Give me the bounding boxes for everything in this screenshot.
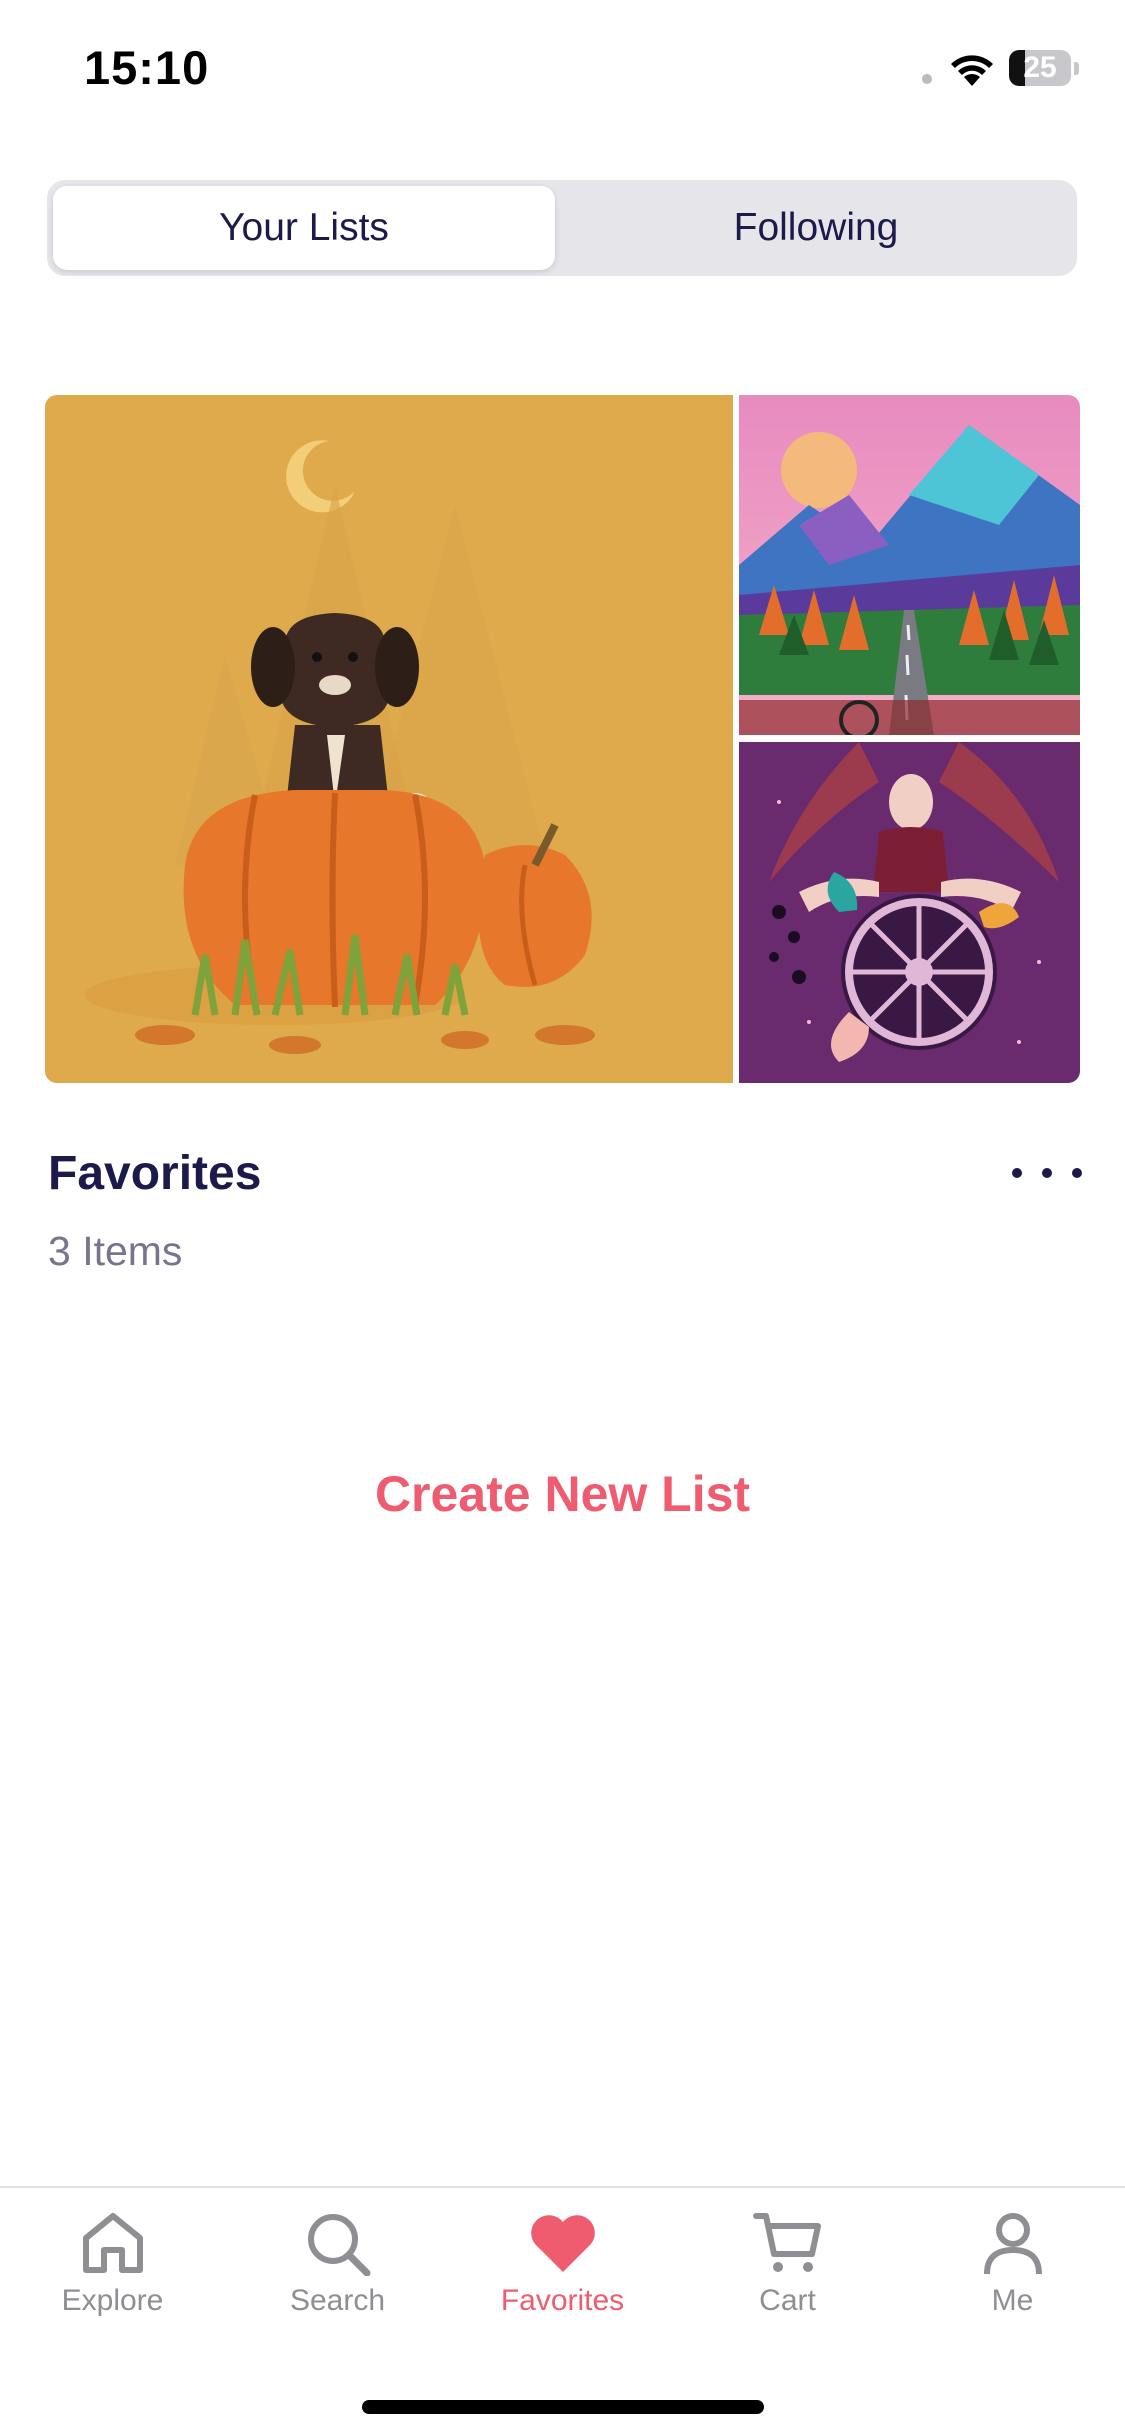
battery-icon: 25 <box>1009 50 1079 86</box>
wifi-icon <box>951 55 993 86</box>
status-dot <box>922 74 932 84</box>
tab-your-lists[interactable]: Your Lists <box>53 186 555 270</box>
list-item-count: 3 Items <box>48 1228 183 1274</box>
status-bar: 15:10 25 <box>0 0 1125 140</box>
home-indicator[interactable] <box>362 2400 764 2414</box>
heart-icon <box>530 2215 595 2272</box>
tab-search[interactable]: Search <box>225 2210 450 2318</box>
tab-cart[interactable]: Cart <box>675 2210 900 2318</box>
tab-favorites[interactable]: Favorites <box>450 2210 675 2318</box>
battery-level: 25 <box>1023 51 1057 84</box>
tab-label-me: Me <box>991 2284 1034 2317</box>
tab-label-favorites: Favorites <box>500 2284 625 2317</box>
mountain-road-artwork <box>739 395 1080 735</box>
tab-me[interactable]: Me <box>900 2210 1125 2318</box>
status-time: 15:10 <box>84 41 210 94</box>
tab-bar: Explore Search Favorites Cart Me <box>0 2186 1125 2436</box>
tab-following[interactable]: Following <box>561 186 1071 270</box>
tab-label-explore: Explore <box>61 2284 164 2317</box>
person-icon <box>983 2213 1042 2275</box>
more-options-button[interactable] <box>1012 1148 1082 1198</box>
wheel-of-fortune-artwork <box>739 742 1080 1083</box>
tab-explore[interactable]: Explore <box>0 2210 225 2318</box>
create-new-list-button[interactable]: Create New List <box>0 1465 1125 1523</box>
home-icon <box>82 2213 143 2273</box>
tab-label-search: Search <box>289 2284 386 2317</box>
cart-icon <box>752 2213 821 2272</box>
dog-in-pumpkin-artwork <box>45 395 733 1083</box>
favorites-collage[interactable] <box>45 395 1080 1083</box>
list-title[interactable]: Favorites <box>48 1146 261 1201</box>
list-segmented-control: Your Lists Following <box>47 180 1077 276</box>
search-icon <box>307 2214 370 2276</box>
favorites-screen: 15:10 25 Your Lists Following Favorites … <box>0 0 1125 2436</box>
ellipsis-icon <box>1012 1168 1022 1178</box>
tab-label-cart: Cart <box>759 2284 816 2317</box>
